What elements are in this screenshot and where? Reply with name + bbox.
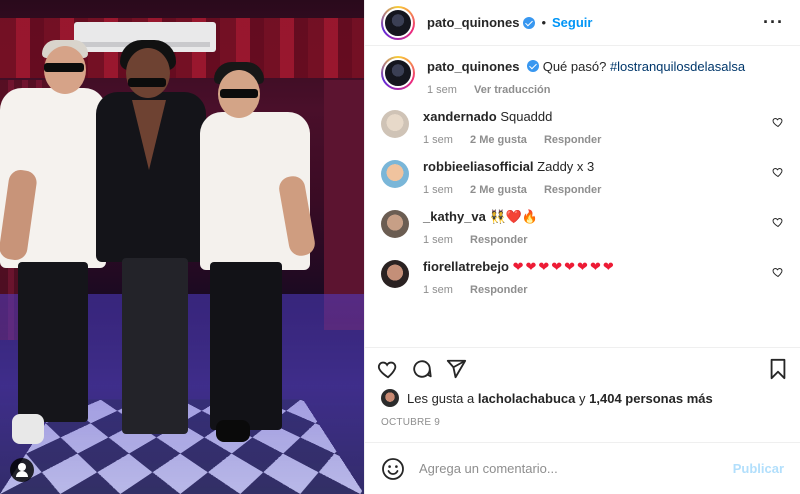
comment-text: 👯❤️🔥 [489,209,539,224]
like-comment-heart-icon[interactable] [772,266,784,278]
liker-username[interactable]: lacholachabuca [478,391,576,406]
comment-avatar[interactable] [381,210,409,238]
comment-composer: Publicar [365,442,800,494]
comment-row: _kathy_va 👯❤️🔥 1 sem Responder [381,208,784,246]
action-bar [365,347,800,389]
comment-avatar[interactable] [381,260,409,288]
caption-author[interactable]: pato_quinones [427,59,519,74]
bookmark-icon[interactable] [768,358,788,380]
comment-user[interactable]: xandernado [423,109,497,124]
likes-and: y [579,390,586,406]
caption-row: pato_quinones Qué pasó? #lostranquilosde… [381,56,784,96]
comment-user[interactable]: robbieeliasofficial [423,159,534,174]
photo-wall-right [324,80,364,330]
like-comment-heart-icon[interactable] [772,116,784,128]
reply-button[interactable]: Responder [470,284,527,296]
comment-time[interactable]: 1 sem [423,284,453,296]
comment-time[interactable]: 1 sem [423,134,453,146]
comment-text: ❤❤❤❤❤❤❤❤ [512,259,616,274]
see-translation-link[interactable]: Ver traducción [474,84,550,96]
reply-button[interactable]: Responder [544,134,601,146]
comment-row: robbieeliasofficial Zaddy x 3 1 sem 2 Me… [381,158,784,196]
comment-row: fiorellatrebejo ❤❤❤❤❤❤❤❤ 1 sem Responder [381,258,784,296]
post-sidebar: pato_quinones • Seguir ··· pato_quinones… [364,0,800,494]
comments-list[interactable]: pato_quinones Qué pasó? #lostranquilosde… [365,46,800,347]
author-username[interactable]: pato_quinones [427,15,519,30]
post-date[interactable]: OCTUBRE 9 [365,407,800,442]
verified-badge-icon [523,16,536,29]
separator-dot: • [541,15,547,30]
caption-hashtag[interactable]: #lostranquilosdelasalsa [610,59,745,74]
post-header: pato_quinones • Seguir ··· [365,0,800,46]
comment-avatar[interactable] [381,160,409,188]
like-comment-heart-icon[interactable] [772,166,784,178]
caption-text: Qué pasó? [542,59,607,74]
instagram-post-modal: pato_quinones • Seguir ··· pato_quinones… [0,0,800,494]
comment-text: Squaddd [500,109,553,124]
publish-button[interactable]: Publicar [733,461,784,476]
follow-button[interactable]: Seguir [552,15,592,30]
comment-icon[interactable] [411,358,433,380]
comment-input[interactable] [419,461,733,476]
heart-icon[interactable] [377,358,399,380]
comment-row: xandernado Squaddd 1 sem 2 Me gusta Resp… [381,108,784,146]
emoji-icon[interactable] [381,457,405,481]
comment-likes[interactable]: 2 Me gusta [470,184,527,196]
comment-text: Zaddy x 3 [537,159,595,174]
comment-time[interactable]: 1 sem [423,184,453,196]
comment-user[interactable]: fiorellatrebejo [423,259,509,274]
post-photo[interactable] [0,0,364,494]
tag-user-icon[interactable] [10,458,34,482]
caption-author-avatar[interactable] [381,56,415,90]
share-icon[interactable] [445,358,467,380]
more-options-icon[interactable]: ··· [763,12,784,33]
author-avatar[interactable] [381,5,415,40]
comment-user[interactable]: _kathy_va [423,209,486,224]
likes-summary: Les gusta a lacholachabuca y 1,404 perso… [365,389,800,407]
comment-time[interactable]: 1 sem [423,234,453,246]
likes-prefix: Les gusta a [407,390,475,406]
verified-badge-icon [527,60,540,72]
liker-avatar[interactable] [381,389,399,407]
caption-time[interactable]: 1 sem [427,84,457,96]
likes-count[interactable]: 1,404 personas más [589,391,713,406]
reply-button[interactable]: Responder [470,234,527,246]
comment-avatar[interactable] [381,110,409,138]
like-comment-heart-icon[interactable] [772,216,784,228]
reply-button[interactable]: Responder [544,184,601,196]
comment-likes[interactable]: 2 Me gusta [470,134,527,146]
